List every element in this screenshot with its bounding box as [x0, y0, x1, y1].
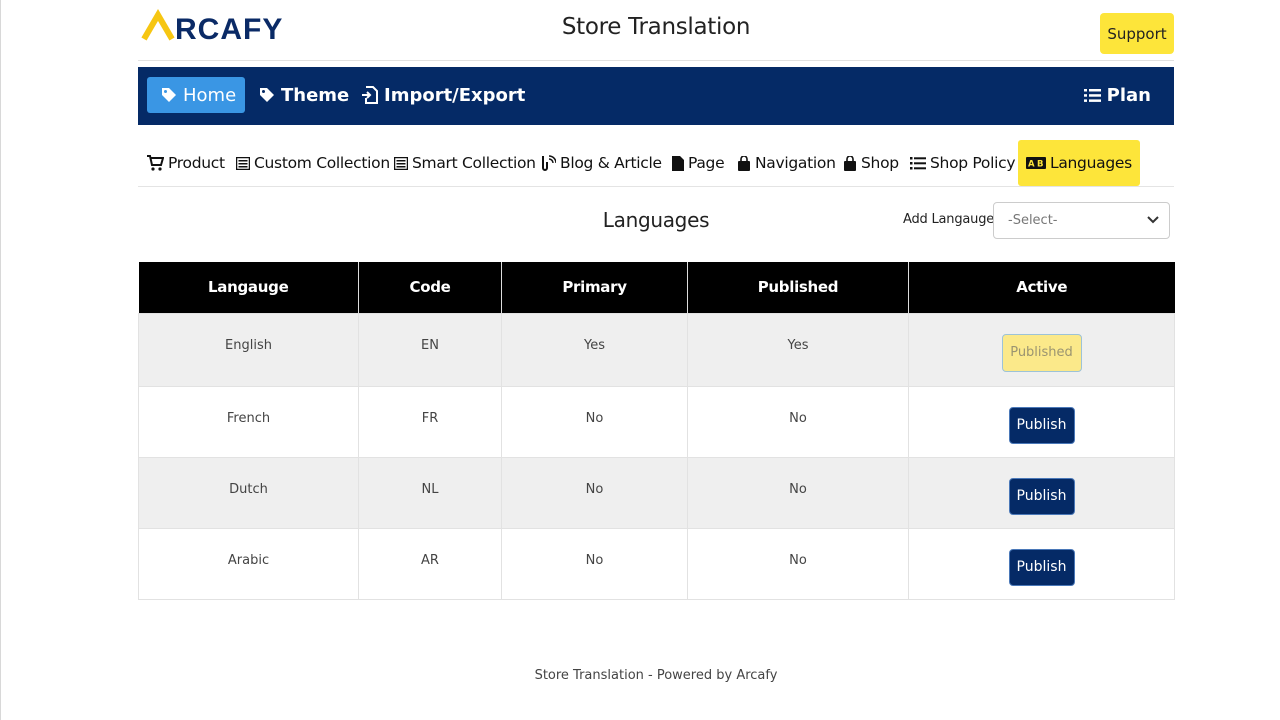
header: RCAFY Store Translation Support	[138, 0, 1174, 61]
table-row: Dutch NL No No Publish	[138, 456, 1175, 529]
tab-page[interactable]: Page	[672, 140, 725, 186]
app-title: Store Translation	[561, 14, 751, 40]
chevron-down-icon	[1147, 216, 1159, 224]
sub-tabs: Product Custom Collection Smart Collecti…	[138, 140, 1174, 187]
cell-language: Arabic	[138, 527, 359, 600]
table-row: French FR No No Publish	[138, 385, 1175, 458]
header-active: Active	[908, 262, 1175, 313]
cell-primary: Yes	[501, 312, 688, 387]
tab-navigation-label: Navigation	[755, 154, 836, 172]
tab-smart-collection-label: Smart Collection	[412, 154, 536, 172]
published-button: Published	[1001, 333, 1082, 372]
header-language: Langauge	[138, 262, 359, 313]
cell-action: Publish	[908, 527, 1175, 600]
bag-icon	[844, 155, 856, 171]
nav-plan-label: Plan	[1106, 84, 1151, 106]
header-published: Published	[687, 262, 909, 313]
cell-primary: No	[501, 385, 688, 458]
cell-action: Published	[908, 312, 1175, 387]
tab-custom-collection[interactable]: Custom Collection	[236, 140, 390, 186]
cell-published: No	[687, 385, 909, 458]
cell-language: English	[138, 312, 359, 387]
list-icon	[394, 156, 408, 170]
cell-published: No	[687, 527, 909, 600]
nav-home[interactable]: Home	[147, 77, 245, 113]
tab-page-label: Page	[688, 154, 725, 172]
cell-published: No	[687, 456, 909, 529]
language-icon: AB	[1026, 157, 1046, 169]
list-ul-icon	[910, 156, 926, 169]
file-icon	[672, 155, 684, 171]
table-header-row: Langauge Code Primary Published Active	[138, 262, 1175, 313]
tab-blog-article[interactable]: Blog & Article	[541, 140, 662, 186]
list-icon	[1083, 88, 1101, 102]
table-row: Arabic AR No No Publish	[138, 527, 1175, 600]
tag-icon	[260, 88, 274, 102]
nav-plan[interactable]: Plan	[1083, 77, 1151, 113]
cell-action: Publish	[908, 385, 1175, 458]
blog-icon	[542, 155, 556, 171]
tab-navigation[interactable]: Navigation	[737, 140, 836, 186]
tab-custom-collection-label: Custom Collection	[254, 154, 390, 172]
cell-language: French	[138, 385, 359, 458]
header-code: Code	[358, 262, 502, 313]
add-language-select[interactable]: -Select-	[993, 202, 1170, 239]
tab-shop-label: Shop	[861, 154, 899, 172]
nav-import-export[interactable]: Import/Export	[362, 77, 525, 113]
cell-primary: No	[501, 527, 688, 600]
tab-languages-label: Languages	[1050, 154, 1132, 172]
tab-shop-policy[interactable]: Shop Policy	[910, 140, 1016, 186]
nav-theme[interactable]: Theme	[259, 77, 349, 113]
svg-text:A: A	[1028, 160, 1035, 170]
page-edge	[0, 0, 1, 720]
tab-product[interactable]: Product	[147, 140, 225, 186]
file-import-icon	[362, 86, 378, 104]
languages-table: Langauge Code Primary Published Active E…	[138, 262, 1175, 600]
cell-action: Publish	[908, 456, 1175, 529]
footer-text: Store Translation - Powered by Arcafy	[534, 668, 778, 683]
tab-smart-collection[interactable]: Smart Collection	[394, 140, 536, 186]
cell-code: AR	[358, 527, 502, 600]
cart-icon	[147, 155, 164, 171]
cell-code: NL	[358, 456, 502, 529]
tab-languages[interactable]: AB Languages	[1018, 140, 1140, 186]
nav-import-export-label: Import/Export	[384, 84, 526, 106]
svg-text:B: B	[1037, 160, 1043, 170]
tab-product-label: Product	[168, 154, 225, 172]
add-language-select-value: -Select-	[1008, 213, 1058, 228]
tag-icon	[162, 88, 176, 102]
tab-blog-article-label: Blog & Article	[560, 154, 662, 172]
table-row: English EN Yes Yes Published	[138, 312, 1175, 387]
tab-shop[interactable]: Shop	[843, 140, 899, 186]
cell-code: FR	[358, 385, 502, 458]
nav-theme-label: Theme	[281, 84, 350, 106]
tab-shop-policy-label: Shop Policy	[930, 154, 1016, 172]
cell-published: Yes	[687, 312, 909, 387]
cell-primary: No	[501, 456, 688, 529]
support-button[interactable]: Support	[1100, 13, 1174, 54]
publish-button[interactable]: Publish	[1008, 406, 1075, 444]
add-language-label: Add Langauge	[903, 212, 995, 227]
cell-code: EN	[358, 312, 502, 387]
list-icon	[236, 156, 250, 170]
nav-home-label: Home	[183, 84, 237, 106]
bag-icon	[738, 155, 750, 171]
header-primary: Primary	[501, 262, 688, 313]
main-nav: Home Theme Import/Export Plan	[138, 67, 1174, 125]
publish-button[interactable]: Publish	[1008, 548, 1075, 586]
cell-language: Dutch	[138, 456, 359, 529]
publish-button[interactable]: Publish	[1008, 477, 1075, 515]
